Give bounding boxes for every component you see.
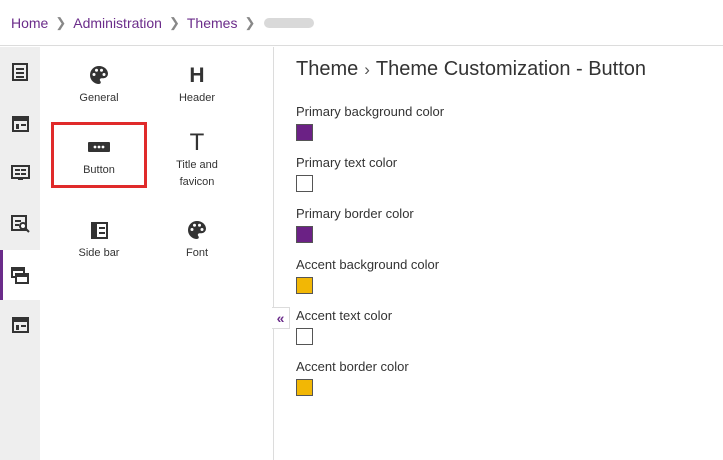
breadcrumb-home[interactable]: Home — [11, 15, 48, 31]
main-content: Theme › Theme Customization - Button Prima… — [296, 56, 716, 410]
field-label: Primary border color — [296, 206, 414, 221]
chevron-right-icon: ❯ — [244, 14, 256, 30]
field-primary-text-color: Primary text color — [296, 155, 716, 192]
page-title-theme: Theme — [296, 58, 359, 80]
display-icon — [10, 165, 30, 180]
rail-item-search-list[interactable] — [0, 199, 40, 249]
rail-item-display[interactable] — [0, 148, 40, 198]
button-dots-icon — [54, 134, 144, 160]
color-swatch[interactable] — [296, 226, 313, 243]
page-title: Theme › Theme Customization - Button — [296, 56, 716, 82]
menu-tile-label: Side bar — [78, 247, 120, 259]
field-primary-border-color: Primary border color — [296, 206, 716, 243]
search-list-icon — [10, 215, 30, 233]
text-t-icon: T — [189, 128, 205, 156]
field-label: Primary background color — [296, 104, 445, 119]
left-rail — [0, 47, 40, 460]
menu-tile-header[interactable]: H Header — [149, 62, 245, 107]
breadcrumb-themes[interactable]: Themes — [187, 15, 238, 31]
breadcrumb-redacted — [264, 17, 315, 28]
color-swatch[interactable] — [296, 124, 313, 141]
color-swatch[interactable] — [296, 328, 313, 345]
field-label: Accent text color — [296, 308, 393, 323]
menu-tile-label: Button — [83, 164, 115, 176]
rail-item-documents[interactable] — [0, 47, 40, 97]
field-accent-background-color: Accent background color — [296, 257, 716, 294]
double-chevron-left-icon: « — [276, 310, 285, 326]
palette-icon — [149, 217, 245, 243]
menu-tile-font[interactable]: Font — [149, 217, 245, 262]
collapse-panel-button[interactable]: « — [272, 307, 290, 329]
theme-menu-panel: General H Header Button T Title and favi… — [40, 47, 274, 460]
chevron-right-icon: ❯ — [55, 14, 67, 30]
breadcrumb-administration[interactable]: Administration — [73, 15, 162, 31]
field-primary-background-color: Primary background color — [296, 104, 716, 141]
page-title-section: Theme Customization - Button — [375, 58, 647, 80]
chevron-right-icon: › — [364, 60, 370, 79]
field-label: Accent border color — [296, 359, 409, 374]
sidebar-list-icon — [51, 217, 147, 243]
menu-tile-label: Title and — [176, 159, 218, 171]
field-label: Accent background color — [296, 257, 440, 272]
heading-h-icon: H — [189, 63, 205, 87]
menu-tile-label: Header — [178, 92, 216, 104]
menu-tile-sidebar[interactable]: Side bar — [51, 217, 147, 262]
color-swatch[interactable] — [296, 175, 313, 192]
rail-item-themes[interactable] — [0, 250, 40, 300]
layout-icon — [11, 116, 29, 132]
palette-icon — [51, 62, 147, 88]
layout-icon — [11, 317, 29, 333]
chevron-right-icon: ❯ — [168, 14, 180, 30]
menu-tile-label: favicon — [179, 176, 215, 188]
menu-tile-label: General — [79, 92, 119, 104]
field-accent-border-color: Accent border color — [296, 359, 716, 396]
breadcrumb: Home ❯ Administration ❯ Themes ❯ — [0, 0, 723, 46]
menu-tile-button[interactable]: Button — [51, 122, 147, 188]
field-accent-text-color: Accent text color — [296, 308, 716, 345]
color-swatch[interactable] — [296, 277, 313, 294]
color-swatch[interactable] — [296, 379, 313, 396]
rail-item-layout[interactable] — [0, 99, 40, 149]
document-list-icon — [12, 63, 28, 81]
menu-tile-label: Font — [185, 247, 208, 259]
theme-windows-icon — [11, 266, 29, 284]
field-label: Primary text color — [296, 155, 398, 170]
menu-tile-general[interactable]: General — [51, 62, 147, 107]
rail-item-layout-2[interactable] — [0, 300, 40, 350]
menu-tile-title-favicon[interactable]: T Title and favicon — [149, 129, 245, 191]
